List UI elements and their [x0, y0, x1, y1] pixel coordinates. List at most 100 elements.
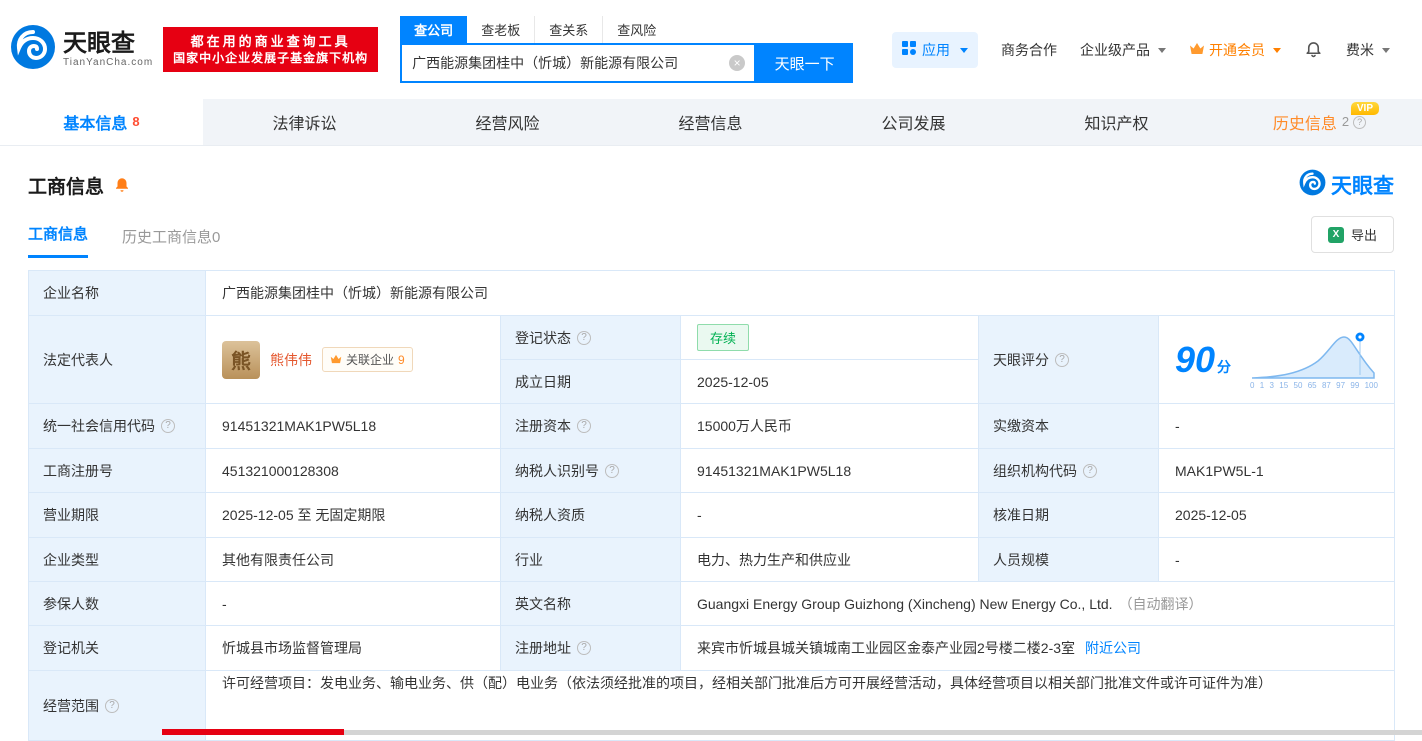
- field-label-approval-date: 核准日期: [979, 493, 1159, 538]
- apps-menu[interactable]: 应用: [892, 31, 978, 68]
- field-label-legal-rep: 法定代表人: [29, 316, 206, 404]
- caret-down-icon: [960, 48, 968, 57]
- field-value-reg-address: 来宾市忻城县城关镇城南工业园区金泰产业园2号楼二楼2-3室 附近公司: [681, 626, 1395, 671]
- excel-icon: X: [1327, 226, 1344, 243]
- field-value-reg-number: 451321000128308: [206, 449, 501, 493]
- tab-business-info[interactable]: 经营信息: [609, 99, 812, 145]
- brand-watermark: 天眼查: [1299, 169, 1394, 201]
- field-value-reg-authority: 忻城县市场监督管理局: [206, 626, 501, 671]
- brand-name: 天眼查: [1331, 175, 1394, 198]
- field-label-reg-authority: 登记机关: [29, 626, 206, 671]
- clear-search-icon[interactable]: ×: [729, 55, 746, 71]
- auto-translate-note: （自动翻译）: [1118, 595, 1203, 612]
- field-value-company-type: 其他有限责任公司: [206, 538, 501, 582]
- field-value-score: 90 分 0 1 3 15 50 65 87 97 99 100: [1159, 316, 1395, 404]
- help-icon[interactable]: ?: [1353, 115, 1367, 129]
- field-value-approval-date: 2025-12-05: [1159, 493, 1395, 538]
- help-icon[interactable]: ?: [1083, 463, 1097, 478]
- field-value-reg-capital: 15000万人民币: [681, 404, 979, 449]
- help-icon[interactable]: ?: [577, 419, 591, 433]
- business-cooperation-link[interactable]: 商务合作: [1001, 40, 1057, 60]
- subtab-history-business-info[interactable]: 历史工商信息0: [122, 226, 220, 258]
- score-unit: 分: [1217, 358, 1232, 375]
- caret-down-icon: [1382, 48, 1390, 57]
- help-icon[interactable]: ?: [1055, 352, 1069, 367]
- field-value-org-code: MAK1PW5L-1: [1159, 449, 1395, 493]
- search-input[interactable]: [402, 55, 730, 71]
- search-box: × 天眼一下: [400, 43, 854, 83]
- tab-history-info[interactable]: VIP 历史信息 2 ?: [1218, 99, 1421, 145]
- search-tab-relation[interactable]: 查关系: [535, 16, 604, 43]
- legal-rep-name-link[interactable]: 熊伟伟: [270, 350, 312, 370]
- field-label-paid-capital: 实缴资本: [979, 404, 1159, 449]
- related-companies-badge[interactable]: 关联企业 9: [322, 347, 413, 372]
- search-tab-boss[interactable]: 查老板: [467, 16, 536, 43]
- field-label-establish-date: 成立日期: [501, 360, 681, 404]
- field-value-legal-rep: 熊 熊伟伟 关联企业 9: [206, 316, 501, 404]
- field-value-credit-code: 91451321MAK1PW5L18: [206, 404, 501, 449]
- promo-line2: 国家中小企业发展子基金旗下机构: [173, 51, 369, 65]
- bottom-partial-banner: [0, 729, 1422, 735]
- apps-label: 应用: [922, 41, 950, 58]
- search-area: 查公司 查老板 查关系 查风险 × 天眼一下: [400, 16, 854, 83]
- help-icon[interactable]: ?: [161, 419, 175, 433]
- search-tab-company[interactable]: 查公司: [400, 16, 468, 43]
- status-badge: 存续: [697, 324, 750, 351]
- user-menu[interactable]: 费米: [1346, 40, 1390, 60]
- field-label-insured-count: 参保人数: [29, 582, 206, 626]
- header: 天眼查 TianYanCha.com 都在用的商业查询工具 国家中小企业发展子基…: [0, 0, 1422, 99]
- field-label-reg-capital: 注册资本?: [501, 404, 681, 449]
- subscribe-bell-icon[interactable]: [113, 176, 131, 194]
- field-label-taxpayer-qualification: 纳税人资质: [501, 493, 681, 538]
- tab-company-development[interactable]: 公司发展: [812, 99, 1015, 145]
- notifications-button[interactable]: [1304, 39, 1323, 61]
- tab-count: 8: [132, 113, 140, 129]
- field-label-staff-size: 人员规模: [979, 538, 1159, 582]
- export-button[interactable]: X 导出: [1310, 216, 1394, 253]
- bell-icon: [1304, 39, 1323, 61]
- score-chart: 0 1 3 15 50 65 87 97 99 100: [1250, 329, 1378, 390]
- tab-count: 2: [1341, 113, 1350, 129]
- help-icon[interactable]: ?: [605, 463, 619, 478]
- tab-operating-risk[interactable]: 经营风险: [406, 99, 609, 145]
- tianyancha-logo-icon: [10, 24, 56, 75]
- field-value-establish-date: 2025-12-05: [681, 360, 979, 404]
- field-label-english-name: 英文名称: [501, 582, 681, 626]
- search-button[interactable]: 天眼一下: [756, 43, 854, 83]
- field-label-reg-address: 注册地址?: [501, 626, 681, 671]
- brand-logo-icon: [1299, 169, 1326, 201]
- logo-subtitle: TianYanCha.com: [63, 57, 154, 68]
- crown-icon: [1189, 42, 1205, 58]
- field-label-reg-number: 工商注册号: [29, 449, 206, 493]
- search-tab-risk[interactable]: 查风险: [603, 16, 670, 43]
- open-vip-menu[interactable]: 开通会员: [1189, 40, 1281, 60]
- vip-badge: VIP: [1350, 102, 1379, 115]
- field-value-reg-status: 存续: [681, 316, 979, 360]
- field-label-score: 天眼评分?: [979, 316, 1159, 404]
- tab-intellectual-property[interactable]: 知识产权: [1015, 99, 1218, 145]
- help-icon[interactable]: ?: [577, 641, 591, 655]
- tab-legal-proceedings[interactable]: 法律诉讼: [203, 99, 406, 145]
- header-right: 应用 商务合作 企业级产品 开通会员 费米: [892, 31, 1422, 68]
- field-value-taxpayer-id: 91451321MAK1PW5L18: [681, 449, 979, 493]
- nearby-companies-link[interactable]: 附近公司: [1085, 638, 1141, 658]
- bottom-banner-gray-segment: [344, 730, 1422, 735]
- field-value-taxpayer-qualification: -: [681, 493, 979, 538]
- field-label-taxpayer-id: 纳税人识别号?: [501, 449, 681, 493]
- field-label-reg-status: 登记状态?: [501, 316, 681, 360]
- field-value-paid-capital: -: [1159, 404, 1395, 449]
- help-icon[interactable]: ?: [577, 330, 591, 345]
- legal-rep-avatar[interactable]: 熊: [222, 340, 260, 379]
- field-label-industry: 行业: [501, 538, 681, 582]
- subtab-business-info[interactable]: 工商信息: [28, 223, 89, 258]
- field-value-insured-count: -: [206, 582, 501, 626]
- field-value-business-term: 2025-12-05 至 无固定期限: [206, 493, 501, 538]
- tianyancha-logo[interactable]: 天眼查 TianYanCha.com: [10, 24, 153, 75]
- help-icon[interactable]: ?: [105, 698, 119, 713]
- field-label-org-code: 组织机构代码?: [979, 449, 1159, 493]
- tab-basic-info[interactable]: 基本信息 8: [0, 99, 203, 145]
- enterprise-products-menu[interactable]: 企业级产品: [1080, 40, 1166, 60]
- main-content: 工商信息 天眼查 工商信息 历史工商信息0 X 导出 企业名称 广西能源集团桂中…: [0, 169, 1422, 741]
- business-info-table: 企业名称 广西能源集团桂中（忻城）新能源有限公司 法定代表人 熊 熊伟伟 关联企…: [28, 270, 1395, 741]
- field-label-business-term: 营业期限: [29, 493, 206, 538]
